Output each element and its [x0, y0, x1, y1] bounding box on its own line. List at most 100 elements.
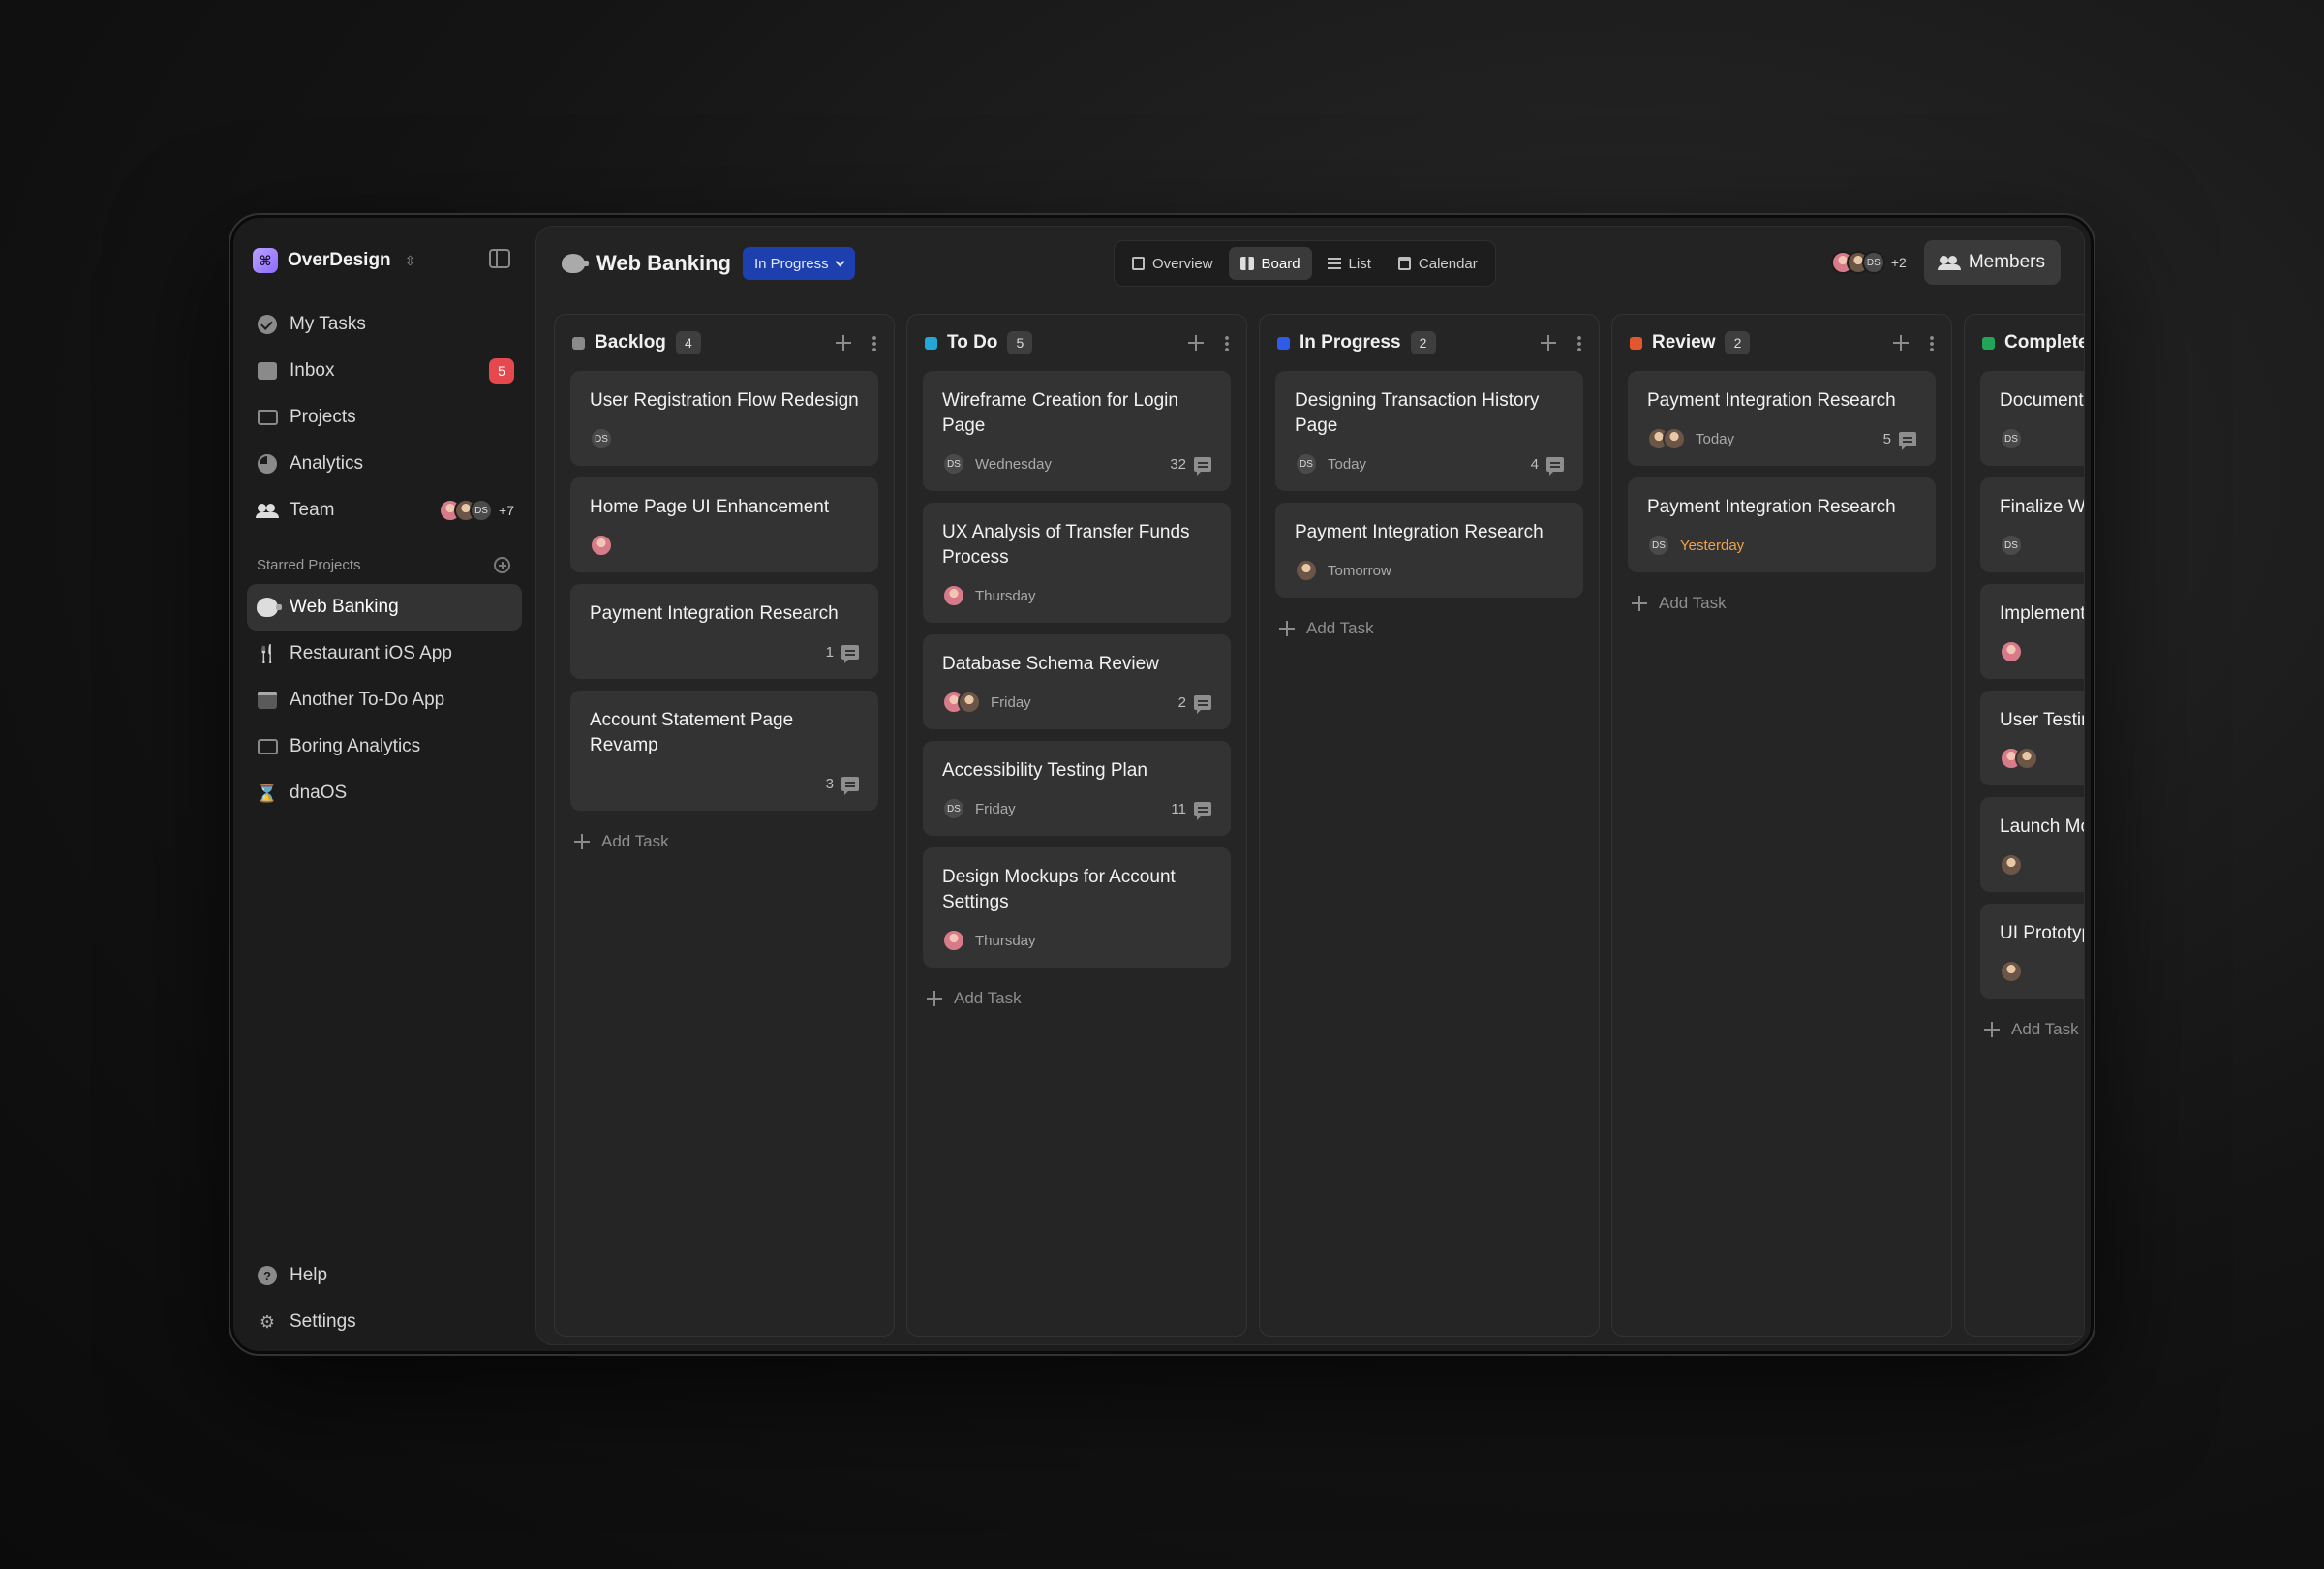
view-switcher: Overview Board List Calendar: [1114, 240, 1496, 287]
add-card-icon[interactable]: [1541, 335, 1556, 351]
card-meta: [2000, 640, 2084, 663]
card-list: User Registration Flow Redesign DS Home Pa…: [555, 371, 894, 811]
card-meta: DS: [590, 427, 859, 450]
assignees: [590, 534, 613, 557]
avatar: [1295, 559, 1318, 582]
add-card-icon[interactable]: [1893, 335, 1909, 351]
nav-item-inbox[interactable]: Inbox 5: [247, 348, 522, 394]
nav-item-projects[interactable]: Projects: [247, 394, 522, 441]
project-status-dropdown[interactable]: In Progress: [742, 247, 855, 280]
assignees: [1295, 559, 1318, 582]
task-card[interactable]: Implement for Tablet: [1980, 584, 2085, 679]
column-count-badge: 2: [1725, 331, 1751, 354]
member-avatars[interactable]: DS +2: [1830, 251, 1907, 274]
task-card[interactable]: Wireframe Creation for Login Page DS Wedne…: [923, 371, 1231, 491]
card-title: Document: [2000, 390, 2084, 411]
sidebar-toggle-icon[interactable]: [489, 249, 510, 268]
nav-label: My Tasks: [290, 314, 366, 334]
more-options-icon[interactable]: [1930, 335, 1934, 351]
column-title: Backlog: [595, 332, 666, 353]
nav-item-settings[interactable]: ⚙ Settings: [247, 1299, 522, 1345]
task-card[interactable]: Designing Transaction History Page DS Toda…: [1275, 371, 1583, 491]
plus-icon: [1279, 621, 1295, 636]
plus-icon: [1632, 596, 1647, 611]
tab-board[interactable]: Board: [1228, 247, 1312, 280]
members-label: Members: [1968, 252, 2045, 272]
card-meta: DS: [2000, 427, 2084, 450]
add-project-icon[interactable]: [494, 557, 510, 573]
column-to-do: To Do 5 Wireframe Creation for Login Page D…: [906, 314, 1247, 1337]
tab-list[interactable]: List: [1316, 247, 1383, 280]
members-more-count: +2: [1890, 255, 1907, 270]
card-title: UI Prototyp: [2000, 923, 2085, 943]
task-card[interactable]: Payment Integration Research Tomorrow: [1275, 503, 1583, 598]
task-card[interactable]: UI Prototyp: [1980, 904, 2085, 999]
task-card[interactable]: UX Analysis of Transfer Funds Process Thu…: [923, 503, 1231, 623]
chevron-updown-icon: ⇳: [404, 253, 416, 268]
starred-item-another-todo-app[interactable]: Another To-Do App: [247, 677, 522, 723]
avatar: [958, 691, 981, 714]
assignees: [942, 691, 981, 714]
top-bar: Web Banking In Progress Overview Board L…: [536, 227, 2084, 304]
task-card[interactable]: Database Schema Review Friday 2: [923, 634, 1231, 729]
workspace-switcher[interactable]: ⌘ OverDesign ⇳: [253, 243, 415, 278]
task-card[interactable]: Launch Mo: [1980, 797, 2084, 892]
add-task-button[interactable]: Add Task: [1612, 572, 1951, 613]
comment-count: 3: [826, 776, 859, 795]
app-window: ⌘ OverDesign ⇳ My Tasks Inbox 5 Projects…: [230, 215, 2094, 1354]
check-circle-icon: [257, 314, 278, 335]
more-options-icon[interactable]: [1577, 335, 1581, 351]
people-icon: [1937, 256, 1961, 270]
task-card[interactable]: User Testin Compilatio: [1980, 691, 2084, 785]
task-card[interactable]: Finalize Wi Dashboard DS: [1980, 477, 2084, 572]
task-card[interactable]: Document DS: [1980, 371, 2084, 466]
nav-item-team[interactable]: Team DS +7: [247, 487, 522, 534]
task-card[interactable]: Payment Integration Research DS Yesterday: [1628, 477, 1936, 572]
add-task-label: Add Task: [601, 832, 669, 850]
main-nav: My Tasks Inbox 5 Projects Analytics Team: [247, 301, 522, 534]
add-task-button[interactable]: Add Task: [907, 968, 1246, 1008]
add-card-icon[interactable]: [836, 335, 851, 351]
assignees: [1647, 427, 1686, 450]
due-date: Thursday: [975, 587, 1036, 604]
tab-calendar[interactable]: Calendar: [1387, 247, 1489, 280]
starred-item-restaurant-ios-app[interactable]: 🍴 Restaurant iOS App: [247, 631, 522, 677]
card-title: Implement for Tablet: [2000, 603, 2085, 624]
plus-icon: [1984, 1022, 2000, 1037]
task-card[interactable]: Account Statement Page Revamp 3: [570, 691, 878, 811]
task-card[interactable]: Payment Integration Research 1: [570, 584, 878, 679]
nav-label: Analytics: [290, 453, 364, 474]
starred-item-boring-analytics[interactable]: Boring Analytics: [247, 723, 522, 770]
sidebar: ⌘ OverDesign ⇳ My Tasks Inbox 5 Projects…: [233, 218, 535, 1351]
workspace-logo-icon: ⌘: [253, 248, 278, 273]
more-options-icon[interactable]: [872, 335, 876, 351]
tab-label: List: [1348, 255, 1371, 272]
comment-count-label: 11: [1171, 800, 1186, 817]
add-task-label: Add Task: [2011, 1020, 2079, 1038]
nav-item-my-tasks[interactable]: My Tasks: [247, 301, 522, 348]
tab-overview[interactable]: Overview: [1120, 247, 1225, 280]
add-card-icon[interactable]: [1188, 335, 1204, 351]
card-meta: [2000, 747, 2084, 770]
task-card[interactable]: User Registration Flow Redesign DS: [570, 371, 878, 466]
starred-item-dnaos[interactable]: ⌛ dnaOS: [247, 770, 522, 816]
task-card[interactable]: Design Mockups for Account Settings Thurs…: [923, 847, 1231, 968]
chevron-down-icon: [835, 257, 845, 266]
nav-item-analytics[interactable]: Analytics: [247, 441, 522, 487]
card-meta: DS: [2000, 534, 2084, 557]
add-task-button[interactable]: Add Task: [1965, 999, 2084, 1039]
starred-item-web-banking[interactable]: Web Banking: [247, 584, 522, 631]
members-button[interactable]: Members: [1923, 240, 2061, 285]
add-task-button[interactable]: Add Task: [555, 811, 894, 851]
main-panel: Web Banking In Progress Overview Board L…: [535, 226, 2085, 1345]
task-card[interactable]: Payment Integration Research Today 5: [1628, 371, 1936, 466]
task-card[interactable]: Home Page UI Enhancement: [570, 477, 878, 572]
add-task-button[interactable]: Add Task: [1260, 598, 1599, 638]
task-card[interactable]: Accessibility Testing Plan DS Friday 11: [923, 741, 1231, 836]
pie-chart-icon: [257, 453, 278, 475]
column-count-badge: 5: [1007, 331, 1033, 354]
nav-item-help[interactable]: ? Help: [247, 1252, 522, 1299]
card-list: Wireframe Creation for Login Page DS Wedne…: [907, 371, 1246, 968]
add-task-label: Add Task: [1306, 619, 1374, 637]
more-options-icon[interactable]: [1225, 335, 1229, 351]
